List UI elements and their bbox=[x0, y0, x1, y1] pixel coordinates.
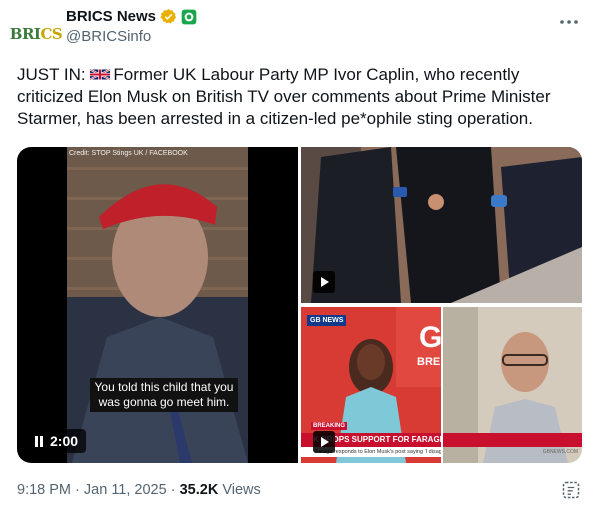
account-handle[interactable]: @BRICSinfo bbox=[66, 28, 151, 45]
video-duration[interactable]: 2:00 bbox=[26, 429, 87, 453]
name-row: BRICS News bbox=[66, 8, 197, 25]
avatar[interactable]: BRICS bbox=[10, 12, 63, 56]
tweet-date[interactable]: Jan 11, 2025 bbox=[84, 482, 167, 498]
tweet-header: BRICS BRICS News @BRICSinfo bbox=[0, 0, 595, 60]
play-button[interactable] bbox=[313, 431, 335, 453]
more-options-icon[interactable] bbox=[557, 10, 581, 34]
grok-analyze-icon[interactable] bbox=[561, 480, 581, 500]
display-name[interactable]: BRICS News bbox=[66, 8, 156, 25]
pause-icon[interactable] bbox=[34, 435, 44, 447]
video-tile-news[interactable]: G BRE GB NEWS BREAKING K DROPS SUPPORT F… bbox=[301, 307, 441, 463]
video-credit: Credit: STOP Stings UK / FACEBOOK bbox=[69, 150, 188, 157]
meta-separator: · bbox=[75, 482, 80, 498]
views-count: 35.2K bbox=[179, 482, 219, 498]
uk-flag-icon bbox=[90, 68, 111, 81]
tweet-text: JUST IN: Former UK Labour Party MP Ivor … bbox=[17, 64, 582, 130]
play-icon bbox=[321, 277, 329, 287]
duration-label: 2:00 bbox=[50, 433, 79, 449]
play-icon bbox=[321, 437, 329, 447]
tweet-meta: 9:18 PM · Jan 11, 2025 · 35.2K Views bbox=[17, 482, 261, 498]
video-frame-arrest bbox=[301, 147, 582, 303]
media-grid: Credit: STOP Stings UK / FACEBOOK You to… bbox=[17, 147, 582, 463]
video-caption: You told this child that you was gonna g… bbox=[90, 378, 238, 412]
avatar-logo: BRICS bbox=[9, 25, 63, 43]
play-button[interactable] bbox=[313, 271, 335, 293]
tweet-time[interactable]: 9:18 PM bbox=[17, 482, 71, 498]
svg-text:BRE: BRE bbox=[417, 356, 440, 368]
breaking-tag: BREAKING bbox=[311, 422, 348, 430]
video-frame-main bbox=[67, 147, 248, 463]
views-label: Views bbox=[222, 482, 261, 498]
video-tile-arrest[interactable] bbox=[301, 147, 582, 303]
affiliate-badge-icon[interactable] bbox=[181, 9, 197, 25]
video-tile-main[interactable]: Credit: STOP Stings UK / FACEBOOK You to… bbox=[17, 147, 298, 463]
news-headline-continued bbox=[443, 433, 582, 447]
video-tile-guest[interactable]: GBNEWS.COM bbox=[443, 307, 582, 463]
tweet-prefix: JUST IN: bbox=[17, 65, 86, 84]
verified-badge-icon[interactable] bbox=[160, 8, 177, 25]
gbnews-logo: GB NEWS bbox=[307, 315, 347, 326]
svg-text:G: G bbox=[419, 321, 441, 354]
meta-separator: · bbox=[170, 482, 176, 498]
news-source: GBNEWS.COM bbox=[542, 449, 578, 455]
